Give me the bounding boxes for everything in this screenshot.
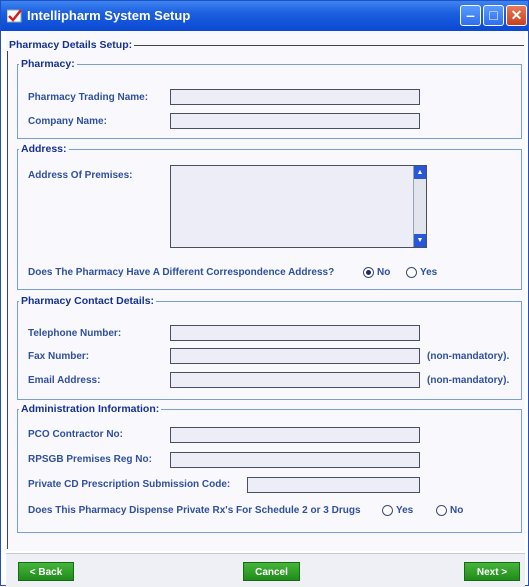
different-address-yes-radio[interactable]	[406, 267, 417, 278]
premises-label: Address Of Premises:	[28, 170, 133, 181]
rpsgb-field[interactable]	[170, 452, 420, 468]
dispense-yes-radio[interactable]	[382, 505, 393, 516]
dispense-no-label: No	[450, 505, 464, 516]
different-address-no-label: No	[377, 267, 391, 278]
private-cd-label: Private CD Prescription Submission Code:	[28, 479, 231, 490]
cancel-button[interactable]: Cancel	[243, 562, 300, 581]
title-bar[interactable]: Intellipharm System Setup ‒ □ ✕	[1, 1, 528, 31]
dispense-question: Does This Pharmacy Dispense Private Rx's…	[28, 505, 361, 516]
different-address-question: Does The Pharmacy Have A Different Corre…	[28, 267, 335, 278]
contact-legend: Pharmacy Contact Details:	[21, 295, 155, 307]
email-field[interactable]	[170, 372, 420, 388]
pharmacy-details-setup-legend: Pharmacy Details Setup:	[9, 39, 133, 51]
telephone-label: Telephone Number:	[28, 328, 122, 339]
administration-legend: Administration Information:	[21, 403, 160, 415]
close-icon: ✕	[510, 7, 523, 23]
scroll-down-icon[interactable]: ▼	[414, 234, 426, 247]
scroll-up-icon[interactable]: ▲	[414, 166, 426, 179]
maximize-icon: □	[489, 7, 498, 23]
next-button[interactable]: Next >	[464, 562, 520, 581]
button-bar: < Back Cancel Next >	[6, 553, 525, 587]
maximize-button[interactable]: □	[483, 5, 504, 26]
telephone-field[interactable]	[170, 325, 420, 341]
premises-scrollbar[interactable]: ▲ ▼	[413, 166, 426, 247]
address-legend: Address:	[21, 143, 67, 155]
fax-field[interactable]	[170, 348, 420, 364]
main-panel: Pharmacy Details Setup: Pharmacy: Pharma…	[6, 31, 525, 551]
dispense-no-radio[interactable]	[436, 505, 447, 516]
email-label: Email Address:	[28, 375, 101, 386]
minimize-button[interactable]: ‒	[460, 5, 481, 26]
back-button[interactable]: < Back	[18, 562, 74, 581]
private-cd-field[interactable]	[247, 477, 420, 493]
premises-textarea[interactable]: ▲ ▼	[170, 165, 427, 248]
email-note: (non-mandatory).	[427, 375, 510, 386]
checkmark-app-icon	[7, 9, 22, 23]
fax-note: (non-mandatory).	[427, 351, 510, 362]
window-title: Intellipharm System Setup	[27, 8, 191, 23]
minimize-icon: ‒	[466, 7, 475, 23]
dispense-yes-label: Yes	[396, 505, 414, 516]
pco-field[interactable]	[170, 427, 420, 443]
rpsgb-label: RPSGB Premises Reg No:	[28, 454, 152, 465]
trading-name-field[interactable]	[170, 89, 420, 105]
trading-name-label: Pharmacy Trading Name:	[28, 92, 149, 103]
fax-label: Fax Number:	[28, 351, 90, 362]
pco-label: PCO Contractor No:	[28, 429, 123, 440]
setup-window: Intellipharm System Setup ‒ □ ✕ Pharmacy…	[0, 0, 529, 587]
close-button[interactable]: ✕	[506, 5, 527, 26]
pharmacy-legend: Pharmacy:	[21, 58, 75, 70]
different-address-no-radio[interactable]	[363, 267, 374, 278]
different-address-yes-label: Yes	[420, 267, 438, 278]
company-name-field[interactable]	[170, 113, 420, 129]
company-name-label: Company Name:	[28, 116, 107, 127]
